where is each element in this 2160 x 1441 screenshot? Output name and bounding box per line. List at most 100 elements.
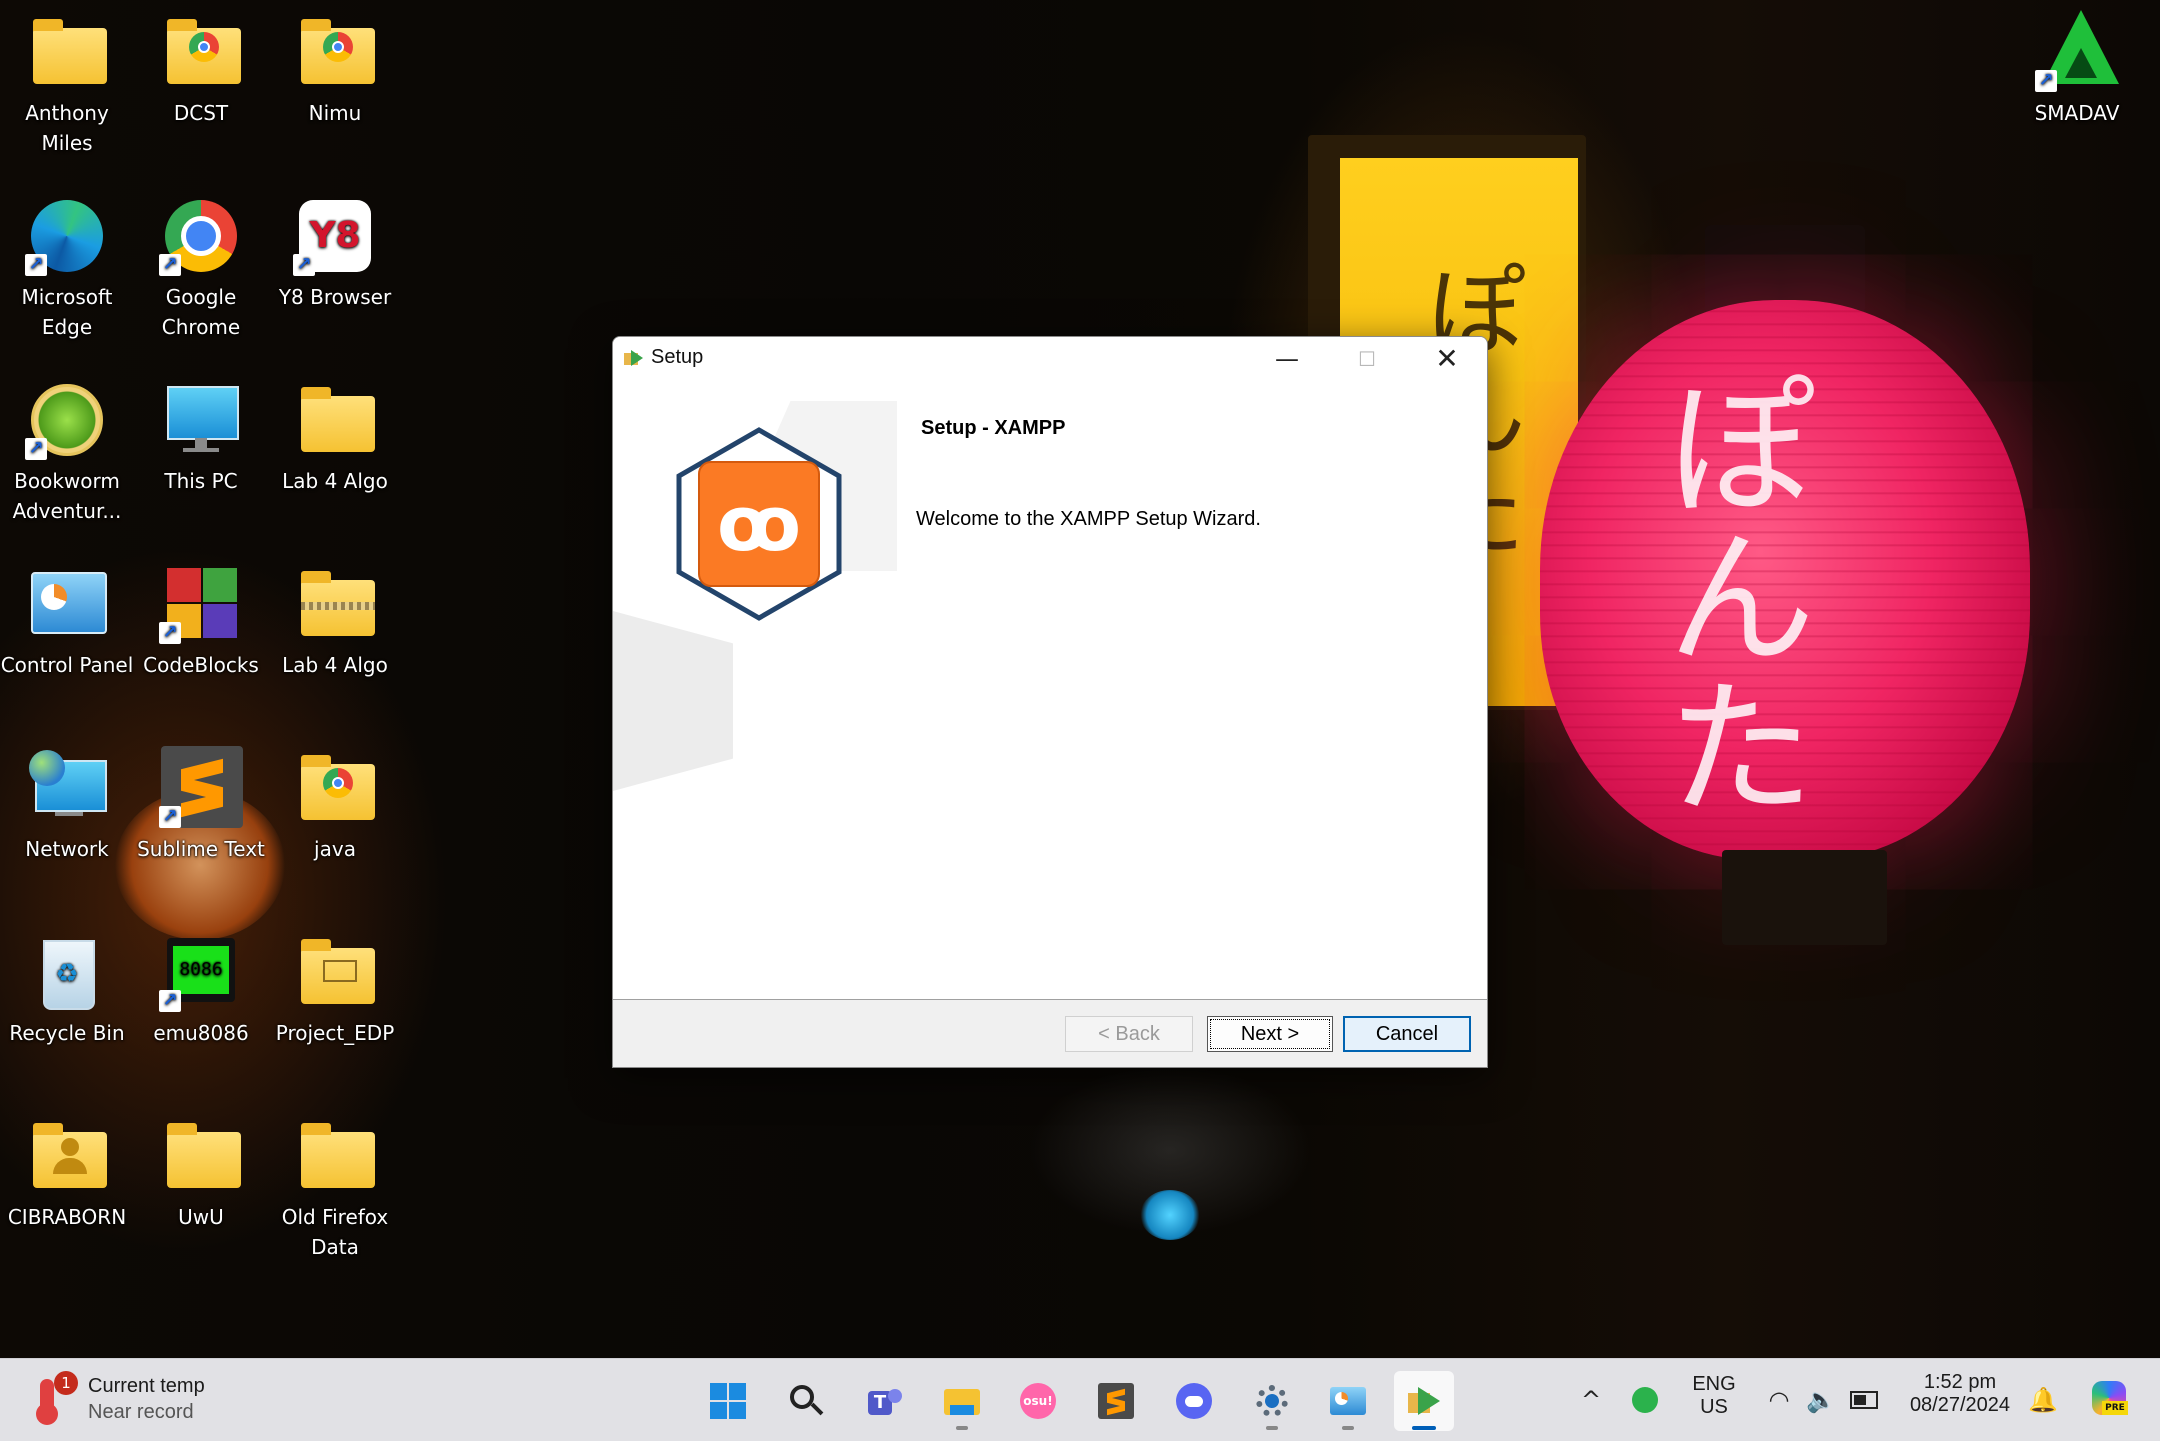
desktop-icon-y8-browser[interactable]: Y8 ↗ Y8 Browser: [268, 194, 402, 312]
desktop-icon-bookworm[interactable]: ↗ Bookworm Adventur...: [0, 378, 134, 526]
clock[interactable]: 1:52 pm 08/27/2024: [1890, 1371, 2030, 1417]
taskbar-app-setup[interactable]: [1394, 1371, 1454, 1431]
battery-icon[interactable]: [1848, 1385, 1878, 1415]
window-title: Setup: [651, 346, 704, 368]
notification-bell-icon[interactable]: 🔔: [2028, 1385, 2058, 1415]
wizard-side-panel: ꝏ: [613, 381, 897, 999]
taskbar: 1 Current temp Near record T osu! ^ ENG …: [0, 1358, 2160, 1441]
taskbar-app-discord[interactable]: [1164, 1371, 1224, 1431]
file-explorer-icon: [944, 1383, 980, 1419]
desktop-icon-network[interactable]: Network: [0, 746, 134, 864]
back-button[interactable]: < Back: [1065, 1016, 1193, 1052]
desktop-icon-label: Microsoft Edge: [21, 285, 113, 339]
desktop-icon-label: Recycle Bin: [9, 1021, 125, 1045]
clock-time: 1:52 pm: [1923, 1371, 1997, 1393]
desktop-icon-lab-4-algo[interactable]: Lab 4 Algo: [268, 378, 402, 496]
notification-badge: 1: [54, 1371, 78, 1395]
sublime-text-icon: [1098, 1383, 1134, 1419]
desktop-icon-label: Network: [25, 837, 109, 861]
desktop-icon-label: Lab 4 Algo: [282, 653, 388, 677]
smadav-icon: ↗: [2035, 10, 2119, 94]
desktop-icon-label: UwU: [178, 1205, 224, 1229]
start-button[interactable]: [698, 1371, 758, 1431]
taskbar-app-sublime-text[interactable]: [1086, 1371, 1146, 1431]
desktop-icon-lab-4-algo-zip[interactable]: Lab 4 Algo: [268, 562, 402, 680]
desktop-icon-label: Y8 Browser: [278, 285, 392, 309]
taskbar-app-teams[interactable]: T: [854, 1371, 914, 1431]
wizard-heading: Setup - XAMPP: [921, 417, 1066, 439]
desktop-icon-old-firefox-data[interactable]: Old Firefox Data: [268, 1114, 402, 1262]
desktop-icon-label: Lab 4 Algo: [282, 469, 388, 493]
settings-gear-icon: [1254, 1383, 1290, 1419]
setup-window[interactable]: Setup — ☐ ✕ ꝏ Setup - XAMPP Welcome to t…: [612, 336, 1488, 1068]
desktop-icon-label: Sublime Text: [137, 837, 265, 861]
shortcut-arrow-icon: ↗: [159, 622, 181, 644]
wallpaper-light: [1140, 1190, 1200, 1240]
keyboard-layout: US: [1700, 1396, 1728, 1418]
desktop-icon-google-chrome[interactable]: ↗ Google Chrome: [134, 194, 268, 342]
taskbar-app-osu[interactable]: osu!: [1008, 1371, 1068, 1431]
y8-browser-icon: Y8 ↗: [293, 194, 377, 278]
edge-icon: ↗: [25, 194, 109, 278]
taskbar-app-settings[interactable]: [1242, 1371, 1302, 1431]
desktop-icon-java[interactable]: java: [268, 746, 402, 864]
desktop-icon-dcst[interactable]: DCST: [134, 10, 268, 128]
weather-widget[interactable]: 1 Current temp Near record: [36, 1369, 236, 1431]
shortcut-arrow-icon: ↗: [25, 254, 47, 276]
folder-icon: [159, 1114, 243, 1198]
desktop-icon-codeblocks[interactable]: ↗ CodeBlocks: [134, 562, 268, 680]
network-icon: [25, 746, 109, 830]
desktop-icon-sublime-text[interactable]: ↗ Sublime Text: [134, 746, 268, 864]
desktop-icon-label: SMADAV: [2034, 101, 2120, 125]
desktop-icon-label: CIBRABORN: [7, 1205, 127, 1229]
copilot-icon[interactable]: PRE: [2088, 1377, 2132, 1421]
zip-folder-icon: [293, 562, 377, 646]
desktop-icon-this-pc[interactable]: This PC: [134, 378, 268, 496]
maximize-button[interactable]: ☐: [1327, 337, 1407, 381]
taskbar-app-file-explorer[interactable]: [932, 1371, 992, 1431]
search-icon: [788, 1383, 824, 1419]
minimize-button[interactable]: —: [1247, 337, 1327, 381]
desktop-icon-uwu[interactable]: UwU: [134, 1114, 268, 1232]
shortcut-arrow-icon: ↗: [25, 438, 47, 460]
xampp-logo-icon: ꝏ: [669, 424, 849, 624]
desktop-icon-smadav[interactable]: ↗ SMADAV: [2010, 10, 2144, 128]
preview-badge: PRE: [2102, 1401, 2128, 1415]
cancel-button[interactable]: Cancel: [1343, 1016, 1471, 1052]
desktop-icon-label: DCST: [173, 101, 229, 125]
desktop-icon-microsoft-edge[interactable]: ↗ Microsoft Edge: [0, 194, 134, 342]
chrome-folder-icon: [293, 10, 377, 94]
desktop-icon-cibraborn[interactable]: CIBRABORN: [0, 1114, 134, 1232]
desktop-icon-label: Bookworm Adventur...: [12, 469, 122, 523]
desktop-icon-label: Google Chrome: [161, 285, 241, 339]
desktop-icon-label: emu8086: [153, 1021, 249, 1045]
taskbar-app-control-panel[interactable]: [1318, 1371, 1378, 1431]
desktop-icon-label: Old Firefox Data: [281, 1205, 389, 1259]
control-panel-icon: [25, 562, 109, 646]
title-bar[interactable]: Setup — ☐ ✕: [613, 337, 1487, 381]
desktop-icon-emu8086[interactable]: 8086 ↗ emu8086: [134, 930, 268, 1048]
language-code: ENG: [1692, 1373, 1736, 1395]
language-indicator[interactable]: ENG US: [1682, 1373, 1746, 1419]
desktop-icon-recycle-bin[interactable]: ♻ Recycle Bin: [0, 930, 134, 1048]
desktop-icon-nimu[interactable]: Nimu: [268, 10, 402, 128]
shortcut-arrow-icon: ↗: [159, 254, 181, 276]
wallpaper-lantern-base: [1722, 850, 1887, 945]
smadav-tray-icon[interactable]: [1630, 1385, 1660, 1415]
desktop-icon-control-panel[interactable]: Control Panel: [0, 562, 134, 680]
osu-icon: osu!: [1020, 1383, 1056, 1419]
desktop-icon-anthony-miles[interactable]: Anthony Miles: [0, 10, 134, 158]
search-button[interactable]: [776, 1371, 836, 1431]
svg-text:ꝏ: ꝏ: [717, 479, 801, 568]
wifi-icon[interactable]: ◠: [1764, 1385, 1794, 1415]
decorative-hexagon: [613, 611, 733, 791]
thermometer-icon: [36, 1379, 58, 1425]
desktop-icon-label: Nimu: [308, 101, 362, 125]
desktop-icon-label: Anthony Miles: [25, 101, 109, 155]
volume-icon[interactable]: 🔈: [1806, 1385, 1836, 1415]
shortcut-arrow-icon: ↗: [159, 806, 181, 828]
show-hidden-icons-chevron-icon[interactable]: ^: [1576, 1385, 1606, 1415]
next-button[interactable]: Next >: [1207, 1016, 1333, 1052]
desktop-icon-project-edp[interactable]: Project_EDP: [268, 930, 402, 1048]
close-button[interactable]: ✕: [1407, 337, 1487, 381]
